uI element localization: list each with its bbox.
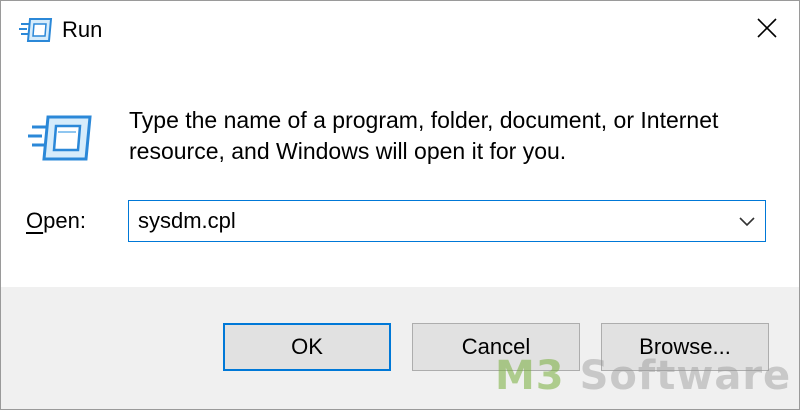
open-label-accelerator: O [26,208,44,233]
chevron-down-icon[interactable] [735,209,759,233]
run-icon [19,15,53,45]
open-label: Open: [26,208,86,234]
open-label-text: pen: [43,208,86,233]
cancel-button[interactable]: Cancel [412,323,580,371]
open-input[interactable]: sysdm.cpl [138,206,236,236]
close-icon [756,17,778,44]
dialog-content: Type the name of a program, folder, docu… [1,63,799,287]
button-bar: OK Cancel Browse... [1,287,799,409]
description-text: Type the name of a program, folder, docu… [129,107,719,164]
title-bar[interactable]: Run [1,1,799,63]
window-title: Run [62,17,103,42]
browse-button[interactable]: Browse... [601,323,769,371]
ok-button[interactable]: OK [223,323,391,371]
run-icon [26,111,92,165]
run-dialog: Run Type the name of a program, folder, … [0,0,800,410]
close-button[interactable] [735,1,799,59]
open-combobox[interactable]: sysdm.cpl [128,200,766,242]
